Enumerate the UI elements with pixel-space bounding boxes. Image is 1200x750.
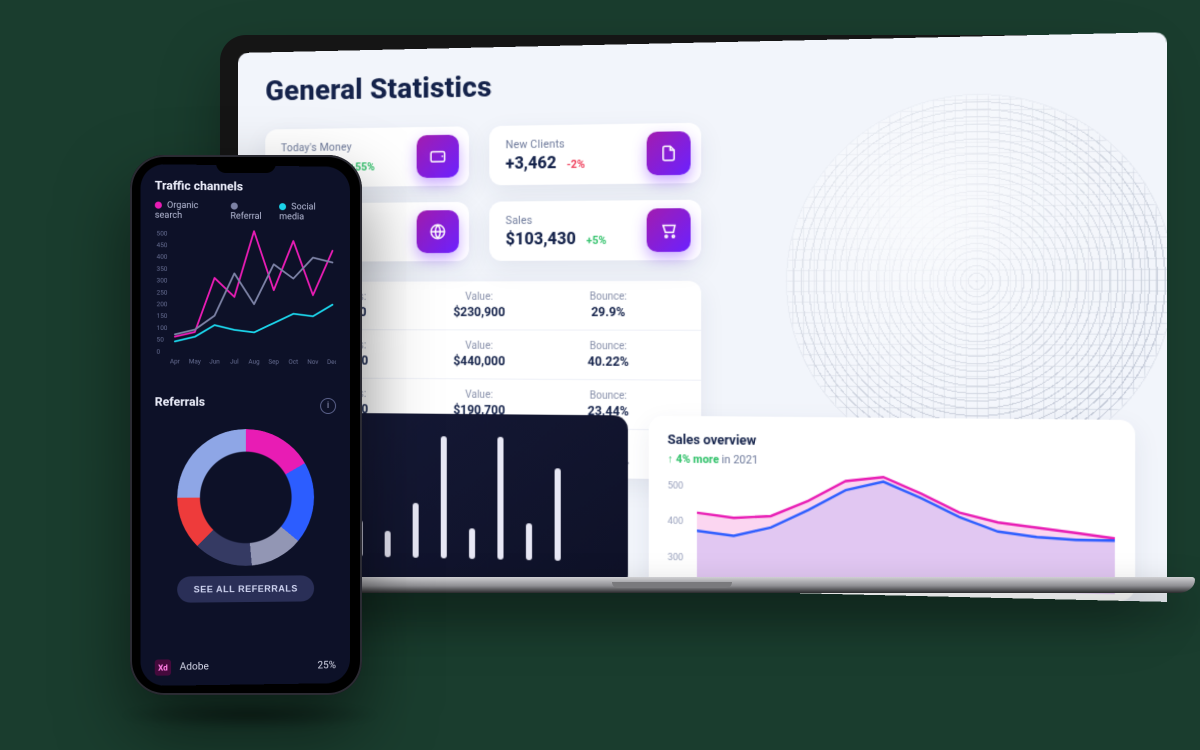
delta-up: +5% xyxy=(586,234,606,248)
dashboard-screen: General Statistics Today's Money $53,000… xyxy=(238,32,1167,602)
laptop-notch xyxy=(612,582,732,588)
phone-screen: Traffic channels Organic search Referral… xyxy=(141,164,350,686)
adobe-label: Xd Adobe xyxy=(155,659,209,676)
sales-overview-title: Sales overview xyxy=(668,432,1115,453)
svg-text:500: 500 xyxy=(157,229,168,237)
svg-text:Nov: Nov xyxy=(307,358,318,366)
phone-shadow xyxy=(120,700,380,730)
svg-text:May: May xyxy=(189,358,201,366)
wallet-icon xyxy=(417,135,459,178)
card-label: Sales xyxy=(506,213,637,227)
sales-overview-subtitle: ↑ 4% more in 2021 xyxy=(668,452,1115,471)
svg-text:250: 250 xyxy=(157,288,168,296)
svg-text:200: 200 xyxy=(157,300,168,308)
bar xyxy=(385,530,391,557)
bar xyxy=(441,436,447,558)
card-label: New Clients xyxy=(506,136,637,151)
card-value: +3,462 -2% xyxy=(506,152,637,173)
sales-overview-card: Sales overview ↑ 4% more in 2021 500 400… xyxy=(649,416,1135,601)
svg-text:Jun: Jun xyxy=(209,358,220,366)
card-value: $103,430 +5% xyxy=(506,228,637,248)
bar xyxy=(555,468,561,561)
sales-card[interactable]: Sales $103,430 +5% xyxy=(489,200,701,261)
referrals-card: Referrals i SEE ALL REFERRALS xyxy=(155,395,336,603)
cart-icon xyxy=(647,208,691,252)
xd-icon: Xd xyxy=(155,659,171,675)
svg-text:Apr: Apr xyxy=(170,358,181,366)
svg-text:0: 0 xyxy=(157,347,161,355)
referrals-donut-chart xyxy=(177,429,314,566)
globe-icon xyxy=(417,210,459,253)
svg-text:Sep: Sep xyxy=(268,358,279,366)
svg-text:350: 350 xyxy=(157,265,168,273)
phone-frame: Traffic channels Organic search Referral… xyxy=(130,155,362,695)
legend-item: Social media xyxy=(279,202,336,223)
svg-text:100: 100 xyxy=(157,324,168,332)
traffic-legend: Organic search Referral Social media xyxy=(155,201,336,223)
file-icon xyxy=(647,131,691,175)
sales-overview-chart: 500 400 300 xyxy=(668,472,1115,594)
card-label: Today's Money xyxy=(281,140,407,155)
new-clients-card[interactable]: New Clients +3,462 -2% xyxy=(489,123,701,186)
bar xyxy=(497,437,503,560)
svg-text:450: 450 xyxy=(157,241,168,249)
delta-down: -2% xyxy=(567,157,585,171)
svg-text:Oct: Oct xyxy=(288,358,298,366)
svg-text:300: 300 xyxy=(157,276,168,284)
svg-text:Jul: Jul xyxy=(230,358,239,366)
arrow-up-icon: ↑ xyxy=(668,452,676,466)
svg-text:50: 50 xyxy=(157,336,165,344)
traffic-channels-title: Traffic channels xyxy=(155,178,336,195)
svg-text:150: 150 xyxy=(157,312,168,320)
legend-item: Organic search xyxy=(155,201,220,222)
svg-text:Dec: Dec xyxy=(327,358,336,366)
svg-text:Aug: Aug xyxy=(248,358,260,366)
bar xyxy=(413,503,419,558)
see-all-referrals-button[interactable]: SEE ALL REFERRALS xyxy=(177,575,313,602)
legend-item: Referral xyxy=(230,201,269,222)
svg-text:400: 400 xyxy=(157,253,168,261)
bar xyxy=(469,528,475,559)
bar xyxy=(526,523,532,560)
referrals-title: Referrals xyxy=(155,395,205,409)
info-icon[interactable]: i xyxy=(320,398,336,414)
traffic-chart: 0 50 100 150 200 250 300 350 400 450 500 Apr May Jun J… xyxy=(155,229,336,381)
adobe-percent: 25% xyxy=(318,660,337,671)
adobe-row[interactable]: Xd Adobe 25% xyxy=(155,657,336,676)
